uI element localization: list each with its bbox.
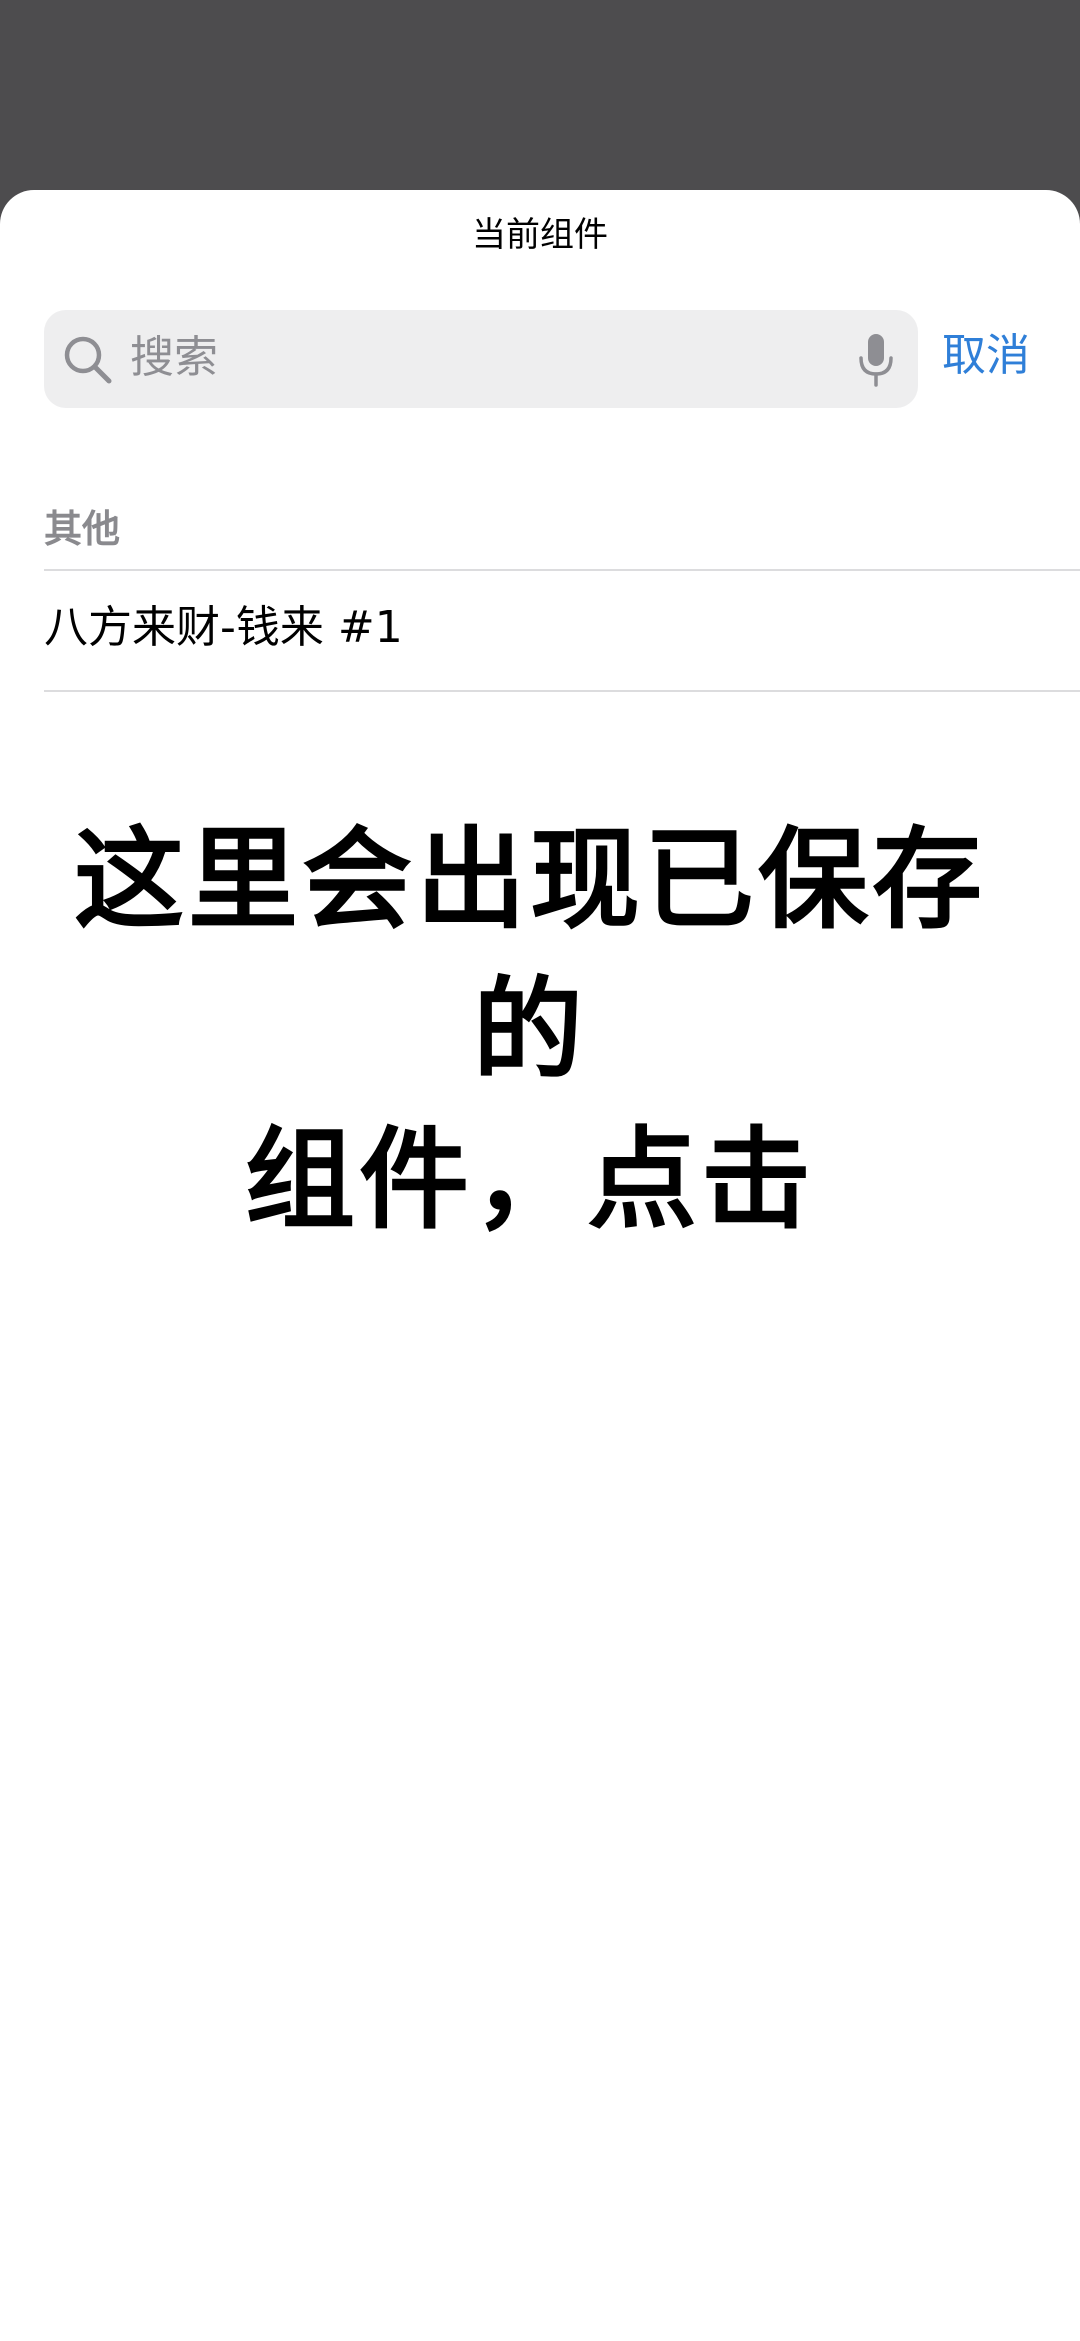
list-item-label: 八方来财-钱来 #1 <box>44 602 403 653</box>
list-item[interactable]: 八方来财-钱来 #1 <box>44 572 1080 690</box>
cancel-button[interactable]: 取消 <box>942 334 1030 378</box>
tutorial-caption-line1: 这里会出现已保存的 <box>74 816 986 1094</box>
sheet-title: 当前组件 <box>472 215 608 255</box>
divider <box>44 569 1080 571</box>
divider <box>44 690 1080 692</box>
section-header-other: 其他 <box>44 507 121 551</box>
microphone-icon[interactable] <box>856 332 896 388</box>
widget-picker-sheet: 当前组件 搜索 取消 其他 八方来财-钱来 #1 这里会出现已保存的 组件，点击 <box>0 190 1080 2341</box>
search-icon <box>64 336 112 384</box>
tutorial-caption: 这里会出现已保存的 组件，点击 <box>40 805 1020 1255</box>
tutorial-caption-line2: 组件，点击 <box>245 1116 815 1244</box>
search-bar[interactable]: 搜索 <box>44 310 918 408</box>
search-input[interactable]: 搜索 <box>130 336 218 380</box>
